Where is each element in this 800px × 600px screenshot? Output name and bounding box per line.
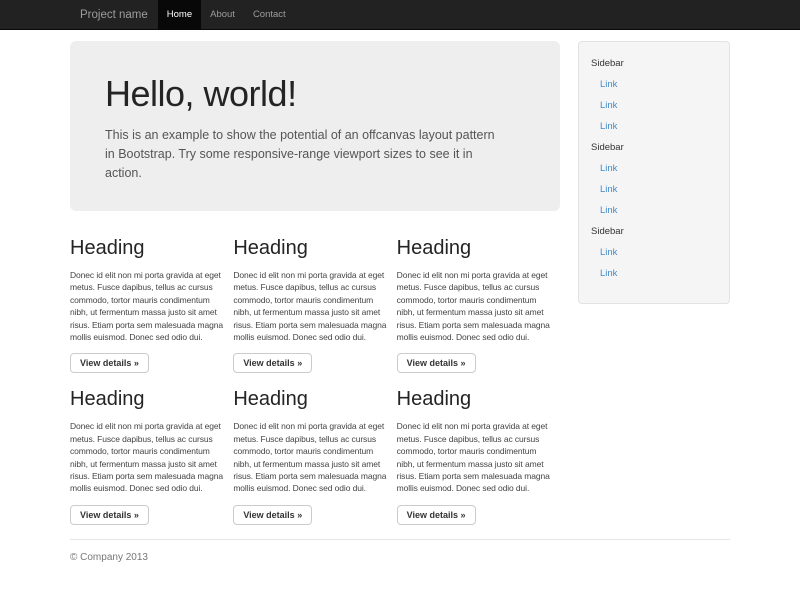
navbar: Project name Home About Contact <box>0 0 800 30</box>
card-heading: Heading <box>70 388 225 411</box>
nav-item-home[interactable]: Home <box>158 0 201 30</box>
card-body: Donec id elit non mi porta gravida at eg… <box>397 269 552 343</box>
nav-item-about[interactable]: About <box>201 0 244 30</box>
nav-menu: Home About Contact <box>158 0 295 30</box>
main-content: Hello, world! This is an example to show… <box>70 30 560 525</box>
feature-card-6: Heading Donec id elit non mi porta gravi… <box>397 388 552 524</box>
sidebar-link[interactable]: Link <box>600 121 717 133</box>
feature-card-4: Heading Donec id elit non mi porta gravi… <box>70 388 225 524</box>
sidebar-column: Sidebar Link Link Link Sidebar Link Link… <box>578 30 730 304</box>
sidebar-link[interactable]: Link <box>600 205 717 217</box>
feature-card-3: Heading Donec id elit non mi porta gravi… <box>397 237 552 373</box>
page-title: Hello, world! <box>105 73 530 115</box>
view-details-button[interactable]: View details » <box>397 505 476 525</box>
cards-row-2: Heading Donec id elit non mi porta gravi… <box>70 388 560 524</box>
jumbotron-description: This is an example to show the potential… <box>105 126 503 183</box>
brand-link[interactable]: Project name <box>70 0 158 30</box>
feature-card-5: Heading Donec id elit non mi porta gravi… <box>233 388 388 524</box>
feature-card-2: Heading Donec id elit non mi porta gravi… <box>233 237 388 373</box>
sidebar-link[interactable]: Link <box>600 100 717 112</box>
sidebar-link[interactable]: Link <box>600 184 717 196</box>
sidebar-link[interactable]: Link <box>600 247 717 259</box>
page-container: Hello, world! This is an example to show… <box>70 30 730 563</box>
view-details-button[interactable]: View details » <box>397 353 476 373</box>
card-body: Donec id elit non mi porta gravida at eg… <box>233 420 388 494</box>
footer-divider <box>70 539 730 540</box>
card-heading: Heading <box>233 237 388 260</box>
sidebar-group-3: Sidebar Link Link <box>591 226 717 280</box>
sidebar-link[interactable]: Link <box>600 163 717 175</box>
feature-card-1: Heading Donec id elit non mi porta gravi… <box>70 237 225 373</box>
sidebar-group-title: Sidebar <box>591 58 717 70</box>
cards-row-1: Heading Donec id elit non mi porta gravi… <box>70 237 560 373</box>
view-details-button[interactable]: View details » <box>233 353 312 373</box>
view-details-button[interactable]: View details » <box>70 353 149 373</box>
card-heading: Heading <box>397 388 552 411</box>
nav-item-contact[interactable]: Contact <box>244 0 295 30</box>
sidebar-group-title: Sidebar <box>591 142 717 154</box>
card-heading: Heading <box>70 237 225 260</box>
view-details-button[interactable]: View details » <box>233 505 312 525</box>
sidebar-link[interactable]: Link <box>600 268 717 280</box>
card-body: Donec id elit non mi porta gravida at eg… <box>70 269 225 343</box>
sidebar-group-title: Sidebar <box>591 226 717 238</box>
copyright-text: © Company 2013 <box>70 552 730 563</box>
card-heading: Heading <box>233 388 388 411</box>
navbar-inner: Project name Home About Contact <box>70 0 730 30</box>
jumbotron: Hello, world! This is an example to show… <box>70 41 560 211</box>
footer: © Company 2013 <box>70 539 730 563</box>
card-body: Donec id elit non mi porta gravida at eg… <box>233 269 388 343</box>
card-body: Donec id elit non mi porta gravida at eg… <box>397 420 552 494</box>
sidebar-group-2: Sidebar Link Link Link <box>591 142 717 217</box>
sidebar: Sidebar Link Link Link Sidebar Link Link… <box>578 41 730 304</box>
card-body: Donec id elit non mi porta gravida at eg… <box>70 420 225 494</box>
card-heading: Heading <box>397 237 552 260</box>
view-details-button[interactable]: View details » <box>70 505 149 525</box>
sidebar-link[interactable]: Link <box>600 79 717 91</box>
sidebar-group-1: Sidebar Link Link Link <box>591 58 717 133</box>
main-row: Hello, world! This is an example to show… <box>70 30 730 525</box>
